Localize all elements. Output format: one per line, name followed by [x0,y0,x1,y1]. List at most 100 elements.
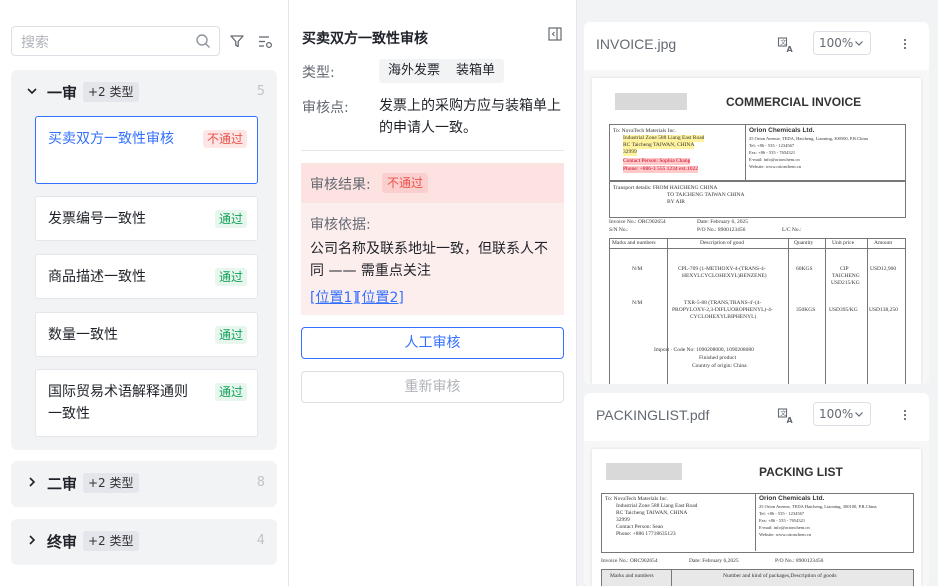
search-box[interactable] [11,26,220,56]
group-type-tag: +2 类型 [83,531,139,551]
more-icon[interactable] [897,36,913,52]
svg-text:A: A [787,45,794,54]
doc-card-packinglist: PACKINGLIST.pdf 文A 100% PACKING LIST To:… [584,393,929,586]
check-item-invoice-number[interactable]: 发票编号一致性 通过 [35,196,258,241]
divider [301,150,564,151]
redacted-logo [606,463,682,480]
zoom-value: 100% [819,36,854,50]
more-icon[interactable] [897,407,913,423]
invoice-date: Date: February 6, 2025 [697,219,749,225]
check-item-buyer-seller[interactable]: 买卖双方一致性审核 不通过 [35,116,258,184]
transport-line: BY AIR [667,199,685,205]
svg-text:文: 文 [780,39,786,47]
group-type-tag: +2 类型 [83,82,139,102]
to-line: 32999 [623,149,637,156]
check-point-label: 审核点: [302,100,349,116]
type-chip-invoice: 海外发票 [379,59,450,83]
packinglist-date: Date: February 6,2025 [689,558,739,564]
check-item-label: 发票编号一致性 [48,211,146,227]
zoom-select[interactable]: 100% [813,31,871,55]
document-viewer: INVOICE.jpg 文A 100% COMMERCIAL INVOICE T… [577,0,938,586]
result-body: 审核依据: 公司名称及联系地址一致，但联系人不同 —— 需重点关注 [位置1] … [301,203,564,315]
type-chip-packing: 装箱单 [447,59,505,83]
seller-line: Tel: +86 - 535 - 1234567 [759,511,805,516]
address-divider [745,124,746,180]
checklist-panel: 一审 +2 类型 5 买卖双方一致性审核 不通过 发票编号一致性 通过 商品描述… [0,0,289,586]
to-line: Industrial Zone 588 Liang East Road [623,135,705,142]
type-label: 类型: [302,65,335,81]
svg-text:A: A [787,416,794,425]
seller-line: E-mail: info@orionchem.cn [749,157,800,162]
status-badge: 不通过 [202,130,247,148]
row-qty: 60KGS [796,266,813,272]
group-final-review[interactable]: 终审 +2 类型 4 [11,519,277,565]
row-unit: TAICHENG [832,273,860,279]
result-label: 审核结果: [310,177,371,193]
translate-icon[interactable]: 文A [777,36,795,54]
col-header: Quantity [794,240,814,246]
collapse-panel-icon[interactable] [547,26,563,42]
po-number: P/O No.: 8900123456 [775,558,824,564]
translate-icon[interactable]: 文A [777,407,795,425]
to-line: Phone: +886 17718635123 [616,531,676,537]
manual-review-button[interactable]: 人工审核 [301,327,564,359]
doc-filename: INVOICE.jpg [596,36,677,52]
invoice-page: COMMERCIAL INVOICE To: NovaTech Material… [592,78,921,384]
group-second-review[interactable]: 二审 +2 类型 8 [11,461,277,507]
packinglist-page: PACKING LIST To: NovaTech Materials Inc.… [592,449,921,586]
row-amount: USD12,900 [870,266,897,272]
group-title: 终审 [47,533,78,551]
detail-title: 买卖双方一致性审核 [302,31,428,47]
table-col-line [825,238,826,384]
chevron-right-icon[interactable] [25,475,39,489]
search-icon[interactable] [195,33,211,49]
chevron-down-icon[interactable] [25,84,39,98]
chevron-down-icon [853,37,865,49]
address-divider [755,493,756,551]
row-desc: PROPYLOXY-2,3-DIFLUOROPHENYL)-4- [672,307,773,313]
check-item-incoterms[interactable]: 国际贸易术语解释通则一致性 通过 [35,369,258,437]
packinglist-doc-title: PACKING LIST [759,465,843,479]
status-badge: 通过 [214,383,247,401]
invoice-doc-title: COMMERCIAL INVOICE [726,95,862,109]
table-col-line [671,569,672,586]
doc-filename: PACKINGLIST.pdf [596,407,710,423]
zoom-select[interactable]: 100% [813,402,871,426]
location-link-1[interactable]: [位置1] [310,287,358,307]
group-count: 5 [256,84,265,99]
seller-name: Orion Chemicals Ltd. [759,495,825,502]
check-item-label: 数量一致性 [48,327,118,343]
result-header: 审核结果: 不通过 [301,163,564,203]
seller-line: Website: www.orionchem.cn [759,532,811,537]
col-header: Marks and numbers [612,240,656,246]
transport-line: Transport details: FROM HAICHENG CHINA [613,185,718,191]
group-header[interactable]: 一审 +2 类型 5 [11,70,277,116]
search-input[interactable] [19,32,193,52]
row-unit: CIP [840,266,849,272]
footer-line: Finished product [699,355,737,361]
status-badge: 通过 [214,268,247,286]
chevron-right-icon[interactable] [25,533,39,547]
invoice-number: Invoice No.: ORC902654 [609,219,666,225]
check-item-description[interactable]: 商品描述一致性 通过 [35,254,258,299]
redacted-logo [615,93,687,110]
col-header: Amount [874,240,893,246]
table-col-line [667,238,668,384]
location-link-2[interactable]: [位置2] [356,287,404,307]
status-badge: 通过 [214,326,247,344]
to-line: Industrial Zone 588 Liang East Road [616,503,698,509]
group-title: 一审 [47,84,78,102]
filter-icon[interactable] [229,33,245,49]
sort-settings-icon[interactable] [256,33,274,51]
contact-person: Contact Person: Sophia Chang [623,158,691,165]
group-type-tag: +2 类型 [83,473,139,493]
col-header: Number and kind of packages,Description … [723,573,837,579]
check-item-quantity[interactable]: 数量一致性 通过 [35,312,258,357]
to-line: RC Taicheng TAIWAN, CHINA [623,142,695,149]
contact-phone: Phone: +886-3 555 1234 ext.1022 [623,166,699,173]
basis-text: 公司名称及联系地址一致，但联系人不同 —— 需重点关注 [310,241,548,279]
recheck-button[interactable]: 重新审核 [301,371,564,403]
seller-line: Fax: +86 - 535 - 7654321 [749,150,796,155]
doc-header: PACKINGLIST.pdf 文A 100% [584,393,929,442]
to-line: Contact Person: Sean [616,524,664,530]
